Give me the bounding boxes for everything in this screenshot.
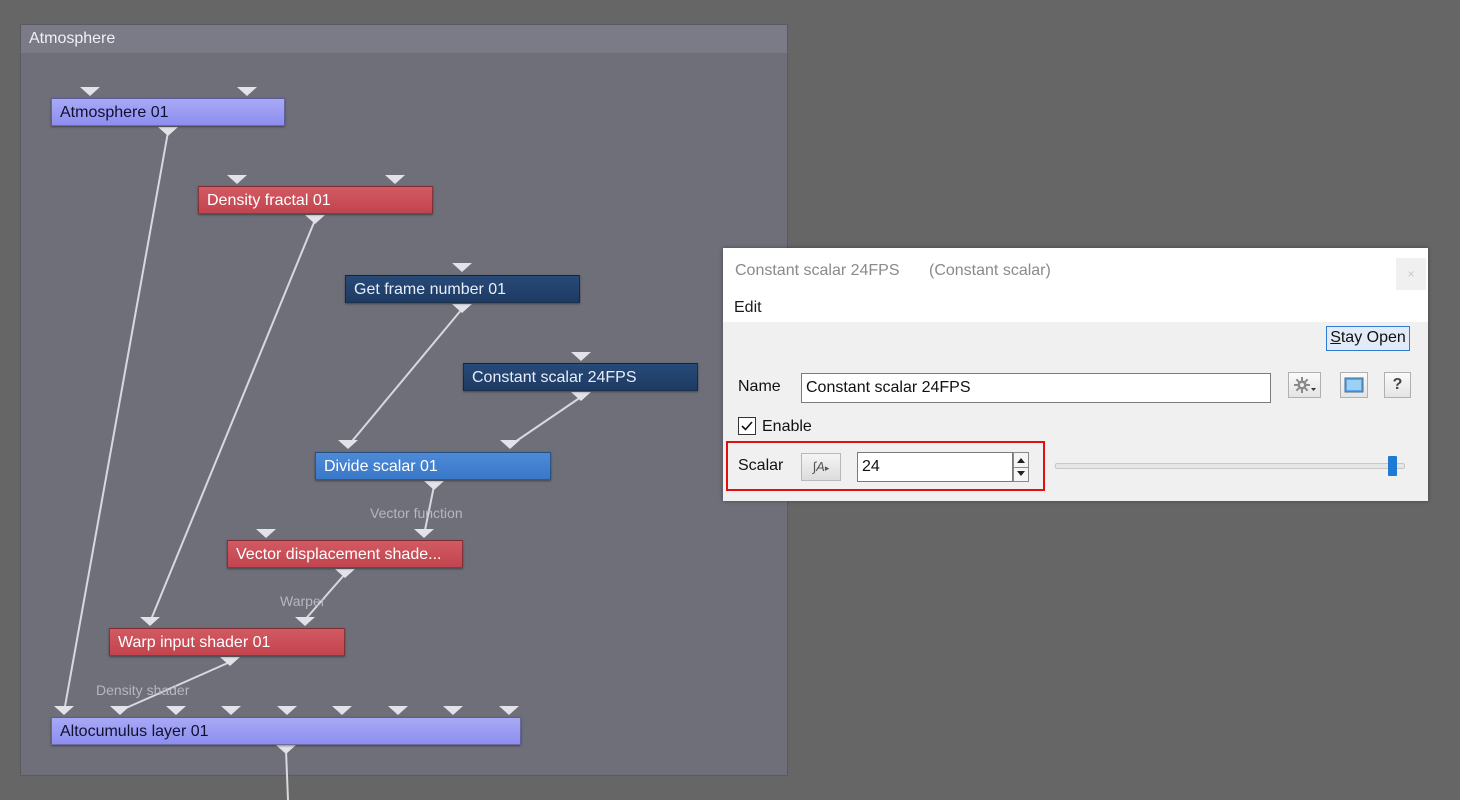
node-atmosphere[interactable]: Atmosphere 01 — [51, 98, 285, 126]
name-field[interactable]: Constant scalar 24FPS — [801, 373, 1271, 403]
dialog-menubar: Edit — [723, 296, 1428, 322]
node-graph-panel[interactable]: Atmosphere — [20, 24, 788, 776]
spin-down-icon[interactable] — [1017, 471, 1025, 476]
animation-function-button[interactable]: ∫A▸ — [801, 453, 841, 481]
node-editor-dialog: Constant scalar 24FPS (Constant scalar) … — [723, 248, 1428, 501]
name-label: Name — [738, 378, 781, 395]
preview-button[interactable] — [1340, 372, 1368, 398]
scalar-spinner[interactable] — [1013, 452, 1029, 482]
node-constant-scalar[interactable]: Constant scalar 24FPS — [463, 363, 698, 391]
node-divide-scalar[interactable]: Divide scalar 01 — [315, 452, 551, 480]
enable-label: Enable — [762, 418, 812, 435]
scalar-slider[interactable] — [1055, 456, 1405, 476]
wire-label-density-shader: Density shader — [96, 682, 190, 698]
monitor-icon — [1344, 377, 1364, 393]
node-density-fractal[interactable]: Density fractal 01 — [198, 186, 433, 214]
graph-title: Atmosphere — [21, 25, 787, 53]
gear-menu-button[interactable] — [1288, 372, 1321, 398]
wire-label-vector-function: Vector function — [370, 505, 463, 521]
enable-checkbox[interactable] — [738, 417, 756, 435]
scalar-value-field[interactable]: 24 — [857, 452, 1013, 482]
gear-icon — [1293, 377, 1316, 393]
dialog-title: Constant scalar 24FPS — [735, 262, 900, 279]
spin-up-icon[interactable] — [1017, 458, 1025, 463]
node-warp-input-shader[interactable]: Warp input shader 01 — [109, 628, 345, 656]
help-icon: ? — [1392, 376, 1403, 393]
checkmark-icon — [741, 421, 753, 431]
slider-thumb[interactable] — [1388, 456, 1397, 476]
wire-label-warper: Warper — [280, 593, 326, 609]
help-button[interactable]: ? — [1384, 372, 1411, 398]
dialog-subtitle: (Constant scalar) — [929, 262, 1051, 279]
menu-edit[interactable]: Edit — [734, 299, 762, 317]
close-button[interactable]: × — [1396, 258, 1426, 290]
dialog-titlebar[interactable]: Constant scalar 24FPS (Constant scalar) … — [723, 248, 1428, 296]
node-vector-displacement[interactable]: Vector displacement shade... — [227, 540, 463, 568]
scalar-label: Scalar — [738, 457, 784, 474]
stay-open-label: Stay Open — [1330, 329, 1406, 346]
stay-open-button[interactable]: Stay Open — [1326, 326, 1410, 351]
function-icon: ∫A — [812, 459, 825, 474]
node-get-frame-number[interactable]: Get frame number 01 — [345, 275, 580, 303]
node-altocumulus-layer[interactable]: Altocumulus layer 01 — [51, 717, 521, 745]
